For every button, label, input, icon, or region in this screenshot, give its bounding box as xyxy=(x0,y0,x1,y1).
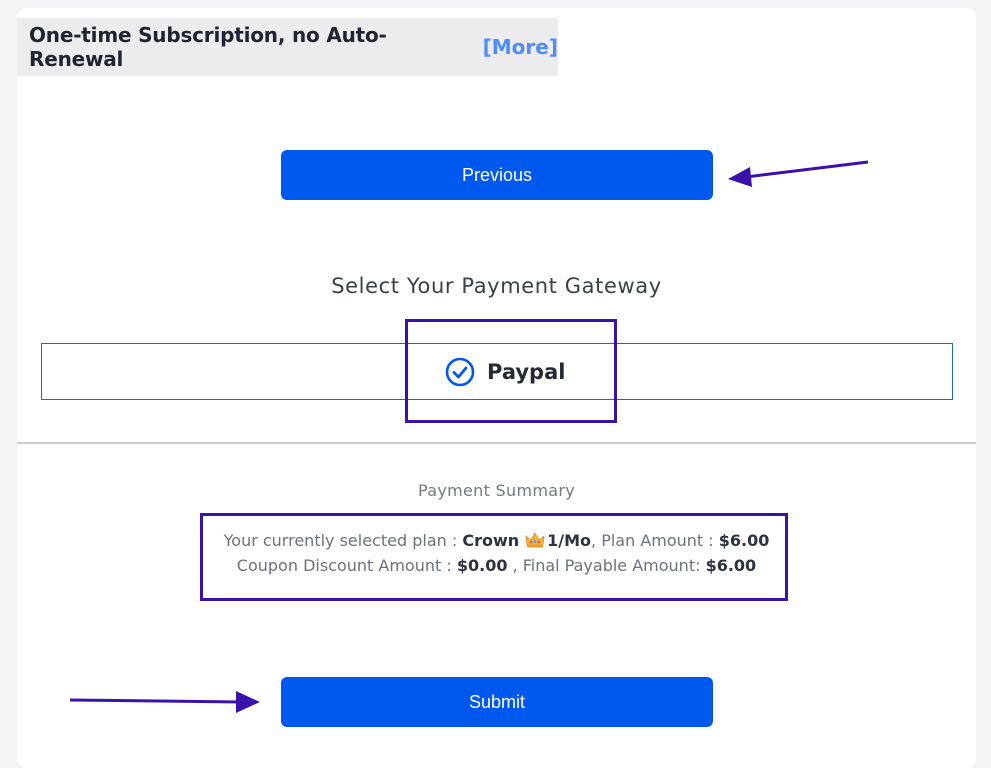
subscription-title: One-time Subscription, no Auto-Renewal xyxy=(29,23,387,71)
plan-amount-label: , Plan Amount : xyxy=(591,531,714,550)
plan-amount: $6.00 xyxy=(718,531,770,550)
selected-plan-label: Your currently selected plan : xyxy=(223,531,458,550)
submit-button[interactable]: Submit xyxy=(281,677,713,727)
gateway-label: Paypal xyxy=(487,360,566,384)
coupon-label: Coupon Discount Amount : xyxy=(236,556,452,575)
gateway-heading: Select Your Payment Gateway xyxy=(331,274,662,298)
previous-button[interactable]: Previous xyxy=(281,150,713,200)
final-label: , Final Payable Amount: xyxy=(512,556,701,575)
section-divider xyxy=(17,442,976,444)
more-link[interactable]: [More] xyxy=(483,35,558,59)
summary-heading: Payment Summary xyxy=(418,481,575,500)
plan-name: Crown xyxy=(462,531,520,550)
summary-plan-line: Your currently selected plan : Crown 1/Mo… xyxy=(17,531,976,550)
coupon-amount: $0.00 xyxy=(456,556,508,575)
check-circle-icon xyxy=(445,357,475,387)
subscription-header: One-time Subscription, no Auto-Renewal [… xyxy=(17,18,558,76)
crown-icon xyxy=(525,532,545,548)
gateway-option-paypal[interactable]: Paypal xyxy=(445,356,565,388)
summary-total-line: Coupon Discount Amount : $0.00 , Final P… xyxy=(17,556,976,575)
plan-period: 1/Mo xyxy=(547,531,592,550)
final-amount: $6.00 xyxy=(705,556,757,575)
